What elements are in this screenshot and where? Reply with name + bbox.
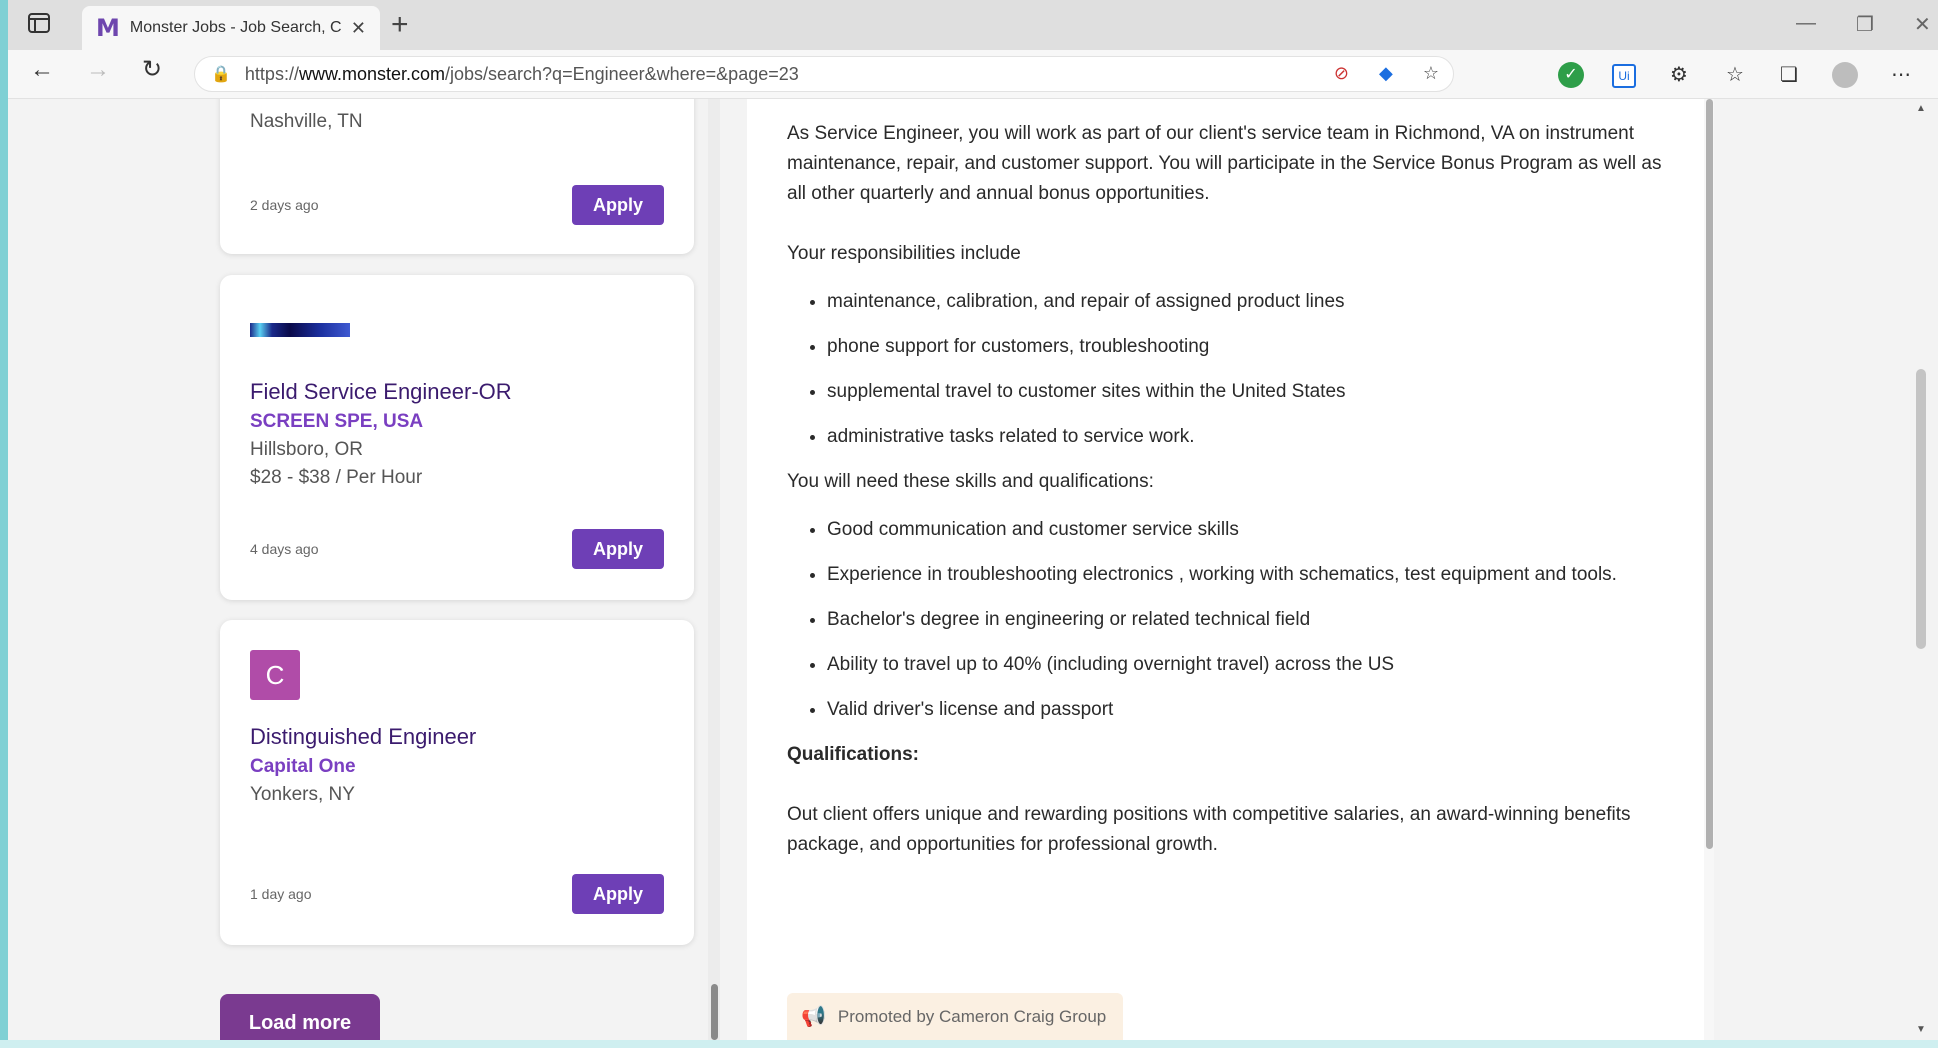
tab-actions-icon[interactable] [28,13,54,35]
company-logo: C [250,650,300,700]
list-item: Good communication and customer service … [827,515,1673,545]
job-detail-panel: As Service Engineer, you will work as pa… [747,99,1713,1040]
desktop-edge [0,0,8,1048]
page-scrollbar[interactable]: ▲ ▼ [1912,99,1930,1040]
new-tab-button[interactable]: + [391,10,409,40]
restore-icon[interactable]: ❐ [1856,12,1874,37]
monster-favicon-icon: M [96,14,120,42]
job-title[interactable]: Distinguished Engineer [250,724,476,750]
profile-avatar[interactable] [1832,62,1858,88]
scroll-up-icon[interactable]: ▲ [1916,103,1926,114]
list-item: Experience in troubleshooting electronic… [827,560,1673,590]
favorites-icon[interactable]: ☆ [1722,62,1748,88]
company-name[interactable]: Capital One [250,756,476,778]
responsibilities-list: maintenance, calibration, and repair of … [787,287,1673,452]
add-favorite-icon[interactable]: ☆ [1423,63,1439,84]
job-list: Nashville, TN 2 days ago Apply Field Ser… [8,99,728,1040]
skills-heading: You will need these skills and qualifica… [787,471,1154,492]
forward-icon[interactable]: → [86,58,110,82]
job-card[interactable]: C Distinguished Engineer Capital One Yon… [220,620,694,945]
company-name[interactable]: SCREEN SPE, USA [250,411,512,433]
minimize-icon[interactable]: — [1796,12,1816,35]
tab-title: Monster Jobs - Job Search, Care [129,19,341,36]
check-extension-icon[interactable]: ✓ [1558,62,1584,88]
collections-icon[interactable]: ❏ [1776,62,1802,88]
more-menu-icon[interactable]: ⋯ [1888,62,1914,88]
lock-icon: 🔒 [211,66,231,83]
apply-button[interactable]: Apply [572,529,664,569]
promoted-badge: 📢 Promoted by Cameron Craig Group [787,993,1123,1040]
skills-list: Good communication and customer service … [787,515,1673,725]
ui-extension-icon[interactable]: Ui [1612,64,1636,88]
promoted-text: Promoted by Cameron Craig Group [837,1006,1107,1026]
refresh-icon[interactable]: ↻ [142,58,162,82]
company-logo [250,323,350,337]
detail-closing: Out client offers unique and rewarding p… [787,804,1631,855]
page-content: Nashville, TN 2 days ago Apply Field Ser… [8,99,1938,1040]
job-card[interactable]: Field Service Engineer-OR SCREEN SPE, US… [220,275,694,600]
tracking-prevention-icon[interactable]: ⊘ [1334,63,1349,84]
job-list-scrollbar[interactable] [708,99,720,1040]
responsibilities-heading: Your responsibilities include [787,243,1021,264]
job-title[interactable]: Field Service Engineer-OR [250,379,512,405]
list-item: maintenance, calibration, and repair of … [827,287,1673,317]
list-item: phone support for customers, troubleshoo… [827,332,1673,362]
list-item: supplemental travel to customer sites wi… [827,377,1673,407]
tab-strip: M Monster Jobs - Job Search, Care ✕ + — … [8,0,1938,50]
load-more-button[interactable]: Load more [220,994,380,1040]
browser-toolbar: ← → ↻ 🔒 https://www.monster.com/jobs/sea… [8,50,1938,99]
list-item: Valid driver's license and passport [827,695,1673,725]
extensions-icon[interactable]: ⚙ [1666,62,1692,88]
detail-scrollbar[interactable] [1704,99,1714,1040]
job-card[interactable]: Nashville, TN 2 days ago Apply [220,99,694,254]
list-item: Bachelor's degree in engineering or rela… [827,605,1673,635]
back-icon[interactable]: ← [30,58,54,82]
url-text: https://www.monster.com/jobs/search?q=En… [244,63,799,84]
list-item: Ability to travel up to 40% (including o… [827,650,1673,680]
list-item: administrative tasks related to service … [827,422,1673,452]
job-location: Nashville, TN [250,111,363,132]
tab-monster-jobs[interactable]: M Monster Jobs - Job Search, Care ✕ [82,6,380,50]
close-tab-icon[interactable]: ✕ [351,18,366,39]
desktop-taskbar-edge [0,1040,1938,1048]
posted-time: 4 days ago [250,541,319,557]
megaphone-icon: 📢 [801,1006,826,1028]
job-pay: $28 - $38 / Per Hour [250,467,423,488]
posted-time: 2 days ago [250,197,319,213]
posted-time: 1 day ago [250,886,312,902]
extension-badge-icon[interactable]: ◆ [1379,63,1393,84]
apply-button[interactable]: Apply [572,874,664,914]
apply-button[interactable]: Apply [572,185,664,225]
address-bar[interactable]: 🔒 https://www.monster.com/jobs/search?q=… [194,56,1454,92]
qualifications-heading: Qualifications: [787,744,919,765]
detail-intro: As Service Engineer, you will work as pa… [787,123,1662,204]
job-location: Yonkers, NY [250,784,355,805]
job-location: Hillsboro, OR [250,439,363,460]
scroll-down-icon[interactable]: ▼ [1916,1024,1926,1035]
window-close-icon[interactable]: ✕ [1914,12,1931,37]
